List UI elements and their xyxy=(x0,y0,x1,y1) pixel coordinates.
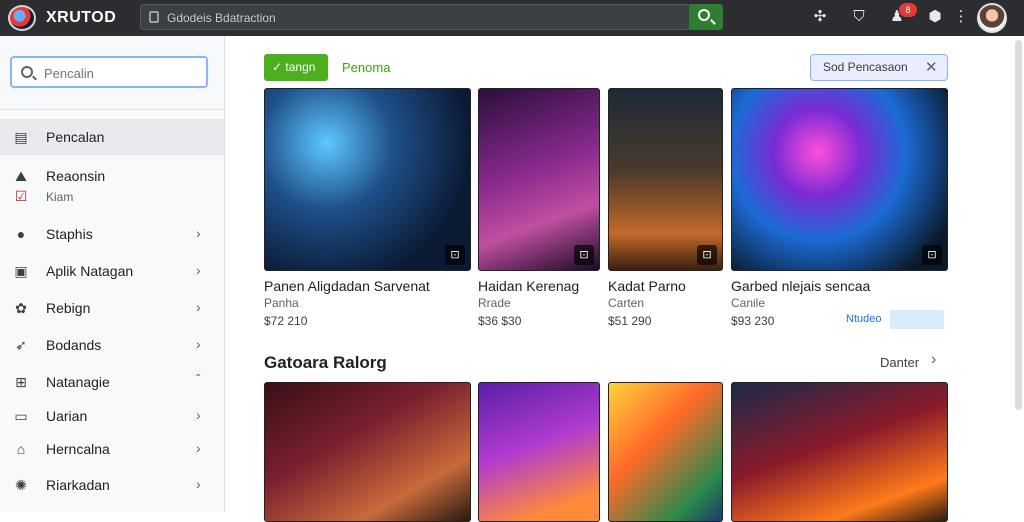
window-icon: ▭ xyxy=(14,408,28,424)
sidebar-item-label: Pencalan xyxy=(46,129,105,145)
see-all-link[interactable]: Danter xyxy=(880,355,919,370)
checkbox-icon: ☑ xyxy=(14,188,28,204)
sidebar-item-label: Herncalna xyxy=(46,441,110,457)
bookmark-icon[interactable]: ⊡ xyxy=(574,245,594,265)
bookmark-icon[interactable]: ⊡ xyxy=(697,245,717,265)
game-title[interactable]: Haidan Kerenag xyxy=(478,278,579,294)
sidebar-item-label: Riarkadan xyxy=(46,477,110,493)
game-title[interactable]: Panen Aligdadan Sarvenat xyxy=(264,278,430,294)
gear-icon: ✿ xyxy=(15,300,27,316)
sidebar-item-rebign[interactable]: ✿ Rebign › xyxy=(0,290,224,326)
sidebar-item-aplik-natagan[interactable]: ▣ Aplik Natagan › xyxy=(0,253,224,289)
filter-chip-label: Sod Pencasaon xyxy=(823,60,908,74)
chevron-right-icon: › xyxy=(196,336,201,352)
promo-banner[interactable] xyxy=(890,310,944,329)
sidebar-item-pencalan[interactable]: ▤ Pencalan xyxy=(0,119,224,155)
shield-icon[interactable]: ⬢ xyxy=(926,8,944,26)
home-icon: ▤ xyxy=(14,129,28,145)
top-bar: XRUTOD Gdodeis Bdatraction ✣ ⛉ ♟ 8 ⬢ ⋮ xyxy=(0,0,1024,36)
sidebar-item-natanagie[interactable]: ⊞ Natanagie ˆ xyxy=(0,364,224,400)
sidebar-search[interactable] xyxy=(10,56,208,88)
more-icon[interactable]: ⋮ xyxy=(952,8,970,26)
search-icon xyxy=(698,9,710,21)
chevron-right-icon: › xyxy=(196,262,201,278)
sidebar-item-label: Uarian xyxy=(46,408,88,424)
bookmark-icon[interactable]: ⊡ xyxy=(445,245,465,265)
action-button-label: tangn xyxy=(285,60,316,74)
chevron-right-icon: › xyxy=(196,476,201,492)
game-genre: Panha xyxy=(264,296,299,310)
notification-badge: 8 xyxy=(899,3,917,17)
action-button[interactable]: ✓ tangn xyxy=(264,54,328,81)
sidebar-item-herncalna[interactable]: ⌂ Herncalna › xyxy=(0,431,224,467)
edit-icon: ✓ xyxy=(272,60,286,74)
chevron-right-icon: › xyxy=(196,299,201,315)
search-button[interactable] xyxy=(689,4,723,30)
sidebar-item-label: Rebign xyxy=(46,300,91,316)
scrollbar[interactable] xyxy=(1015,40,1022,410)
chevron-right-icon: › xyxy=(196,407,201,423)
game-cover-image[interactable] xyxy=(608,382,723,522)
sidebar-item-label: Aplik Natagan xyxy=(46,263,134,279)
library-icon: ⛰ xyxy=(15,168,27,184)
app-logo[interactable] xyxy=(8,5,36,31)
game-cover-image[interactable] xyxy=(731,382,948,522)
sidebar-item-bodands[interactable]: ➶ Bodands › xyxy=(0,327,224,363)
game-genre: Rrade xyxy=(478,296,511,310)
sidebar-item-label: Natanagie xyxy=(46,374,110,390)
store-icon: ⌂ xyxy=(16,441,26,457)
search-icon xyxy=(21,66,33,78)
game-genre: Canile xyxy=(731,296,766,310)
game-title[interactable]: Kadat Parno xyxy=(608,278,686,294)
chevron-right-icon: › xyxy=(196,225,201,241)
avatar[interactable] xyxy=(977,3,1007,33)
game-title[interactable]: Garbed nlejais sencaa xyxy=(731,278,870,294)
apps-icon: ▣ xyxy=(14,263,28,279)
game-genre: Carten xyxy=(608,296,645,310)
app-brand: XRUTOD xyxy=(46,9,117,26)
sidebar-search-input[interactable] xyxy=(44,64,194,82)
main-content: ✓ tangn Penoma Sod Pencasaon ✕ ⊡ ⊡ ⊡ ⊡ P… xyxy=(225,36,1024,522)
game-price: $36 $30 xyxy=(478,314,522,328)
close-icon[interactable]: ✕ xyxy=(925,55,938,80)
sidebar: ▤ Pencalan ⛰ ☑ Reaonsin Kiam ● Staphis ›… xyxy=(0,36,225,512)
sidebar-item-riarkadan[interactable]: ✺ Riarkadan › xyxy=(0,467,224,503)
sidebar-item-reaonsin[interactable]: ⛰ ☑ Reaonsin Kiam xyxy=(0,162,224,206)
filter-chip[interactable]: Sod Pencasaon ✕ xyxy=(810,54,948,81)
filter-link[interactable]: Penoma xyxy=(342,60,390,75)
game-price: $51 290 xyxy=(608,314,652,328)
lock-icon xyxy=(149,11,159,23)
bookmark-icon[interactable]: ⛉ xyxy=(850,8,868,26)
search-text: Gdodeis Bdatraction xyxy=(167,11,276,25)
game-cover-image[interactable] xyxy=(264,382,471,522)
game-cover-image[interactable]: ⊡ xyxy=(478,88,600,271)
global-search-input[interactable]: Gdodeis Bdatraction xyxy=(140,4,690,30)
game-price: $72 210 xyxy=(264,314,308,328)
chat-icon: ● xyxy=(16,226,26,242)
sidebar-item-label: Reaonsin xyxy=(46,168,106,184)
divider xyxy=(0,109,224,110)
promo-label: Ntudeo xyxy=(846,313,882,325)
sidebar-item-sublabel: Kiam xyxy=(46,190,74,204)
chevron-up-icon: ˆ xyxy=(196,371,201,387)
sidebar-item-uarian[interactable]: ▭ Uarian › xyxy=(0,398,224,434)
game-cover-image[interactable] xyxy=(478,382,600,522)
game-price: $93 230 xyxy=(731,314,775,328)
controller-icon[interactable]: ✣ xyxy=(811,8,829,26)
rocket-icon: ➶ xyxy=(15,337,27,353)
game-cover-image[interactable]: ⊡ xyxy=(608,88,723,271)
grid-icon: ⊞ xyxy=(15,374,27,390)
sidebar-item-label: Bodands xyxy=(46,337,102,353)
bookmark-icon[interactable]: ⊡ xyxy=(922,245,942,265)
sidebar-item-staphis[interactable]: ● Staphis › xyxy=(0,216,224,252)
sidebar-item-label: Staphis xyxy=(46,226,93,242)
settings-icon: ✺ xyxy=(15,477,27,493)
section-title: Gatoara Ralorg xyxy=(264,353,387,372)
game-cover-image[interactable]: ⊡ xyxy=(731,88,948,271)
arrow-right-icon[interactable]: › xyxy=(931,351,936,369)
chevron-right-icon: › xyxy=(196,440,201,456)
game-cover-image[interactable]: ⊡ xyxy=(264,88,471,271)
